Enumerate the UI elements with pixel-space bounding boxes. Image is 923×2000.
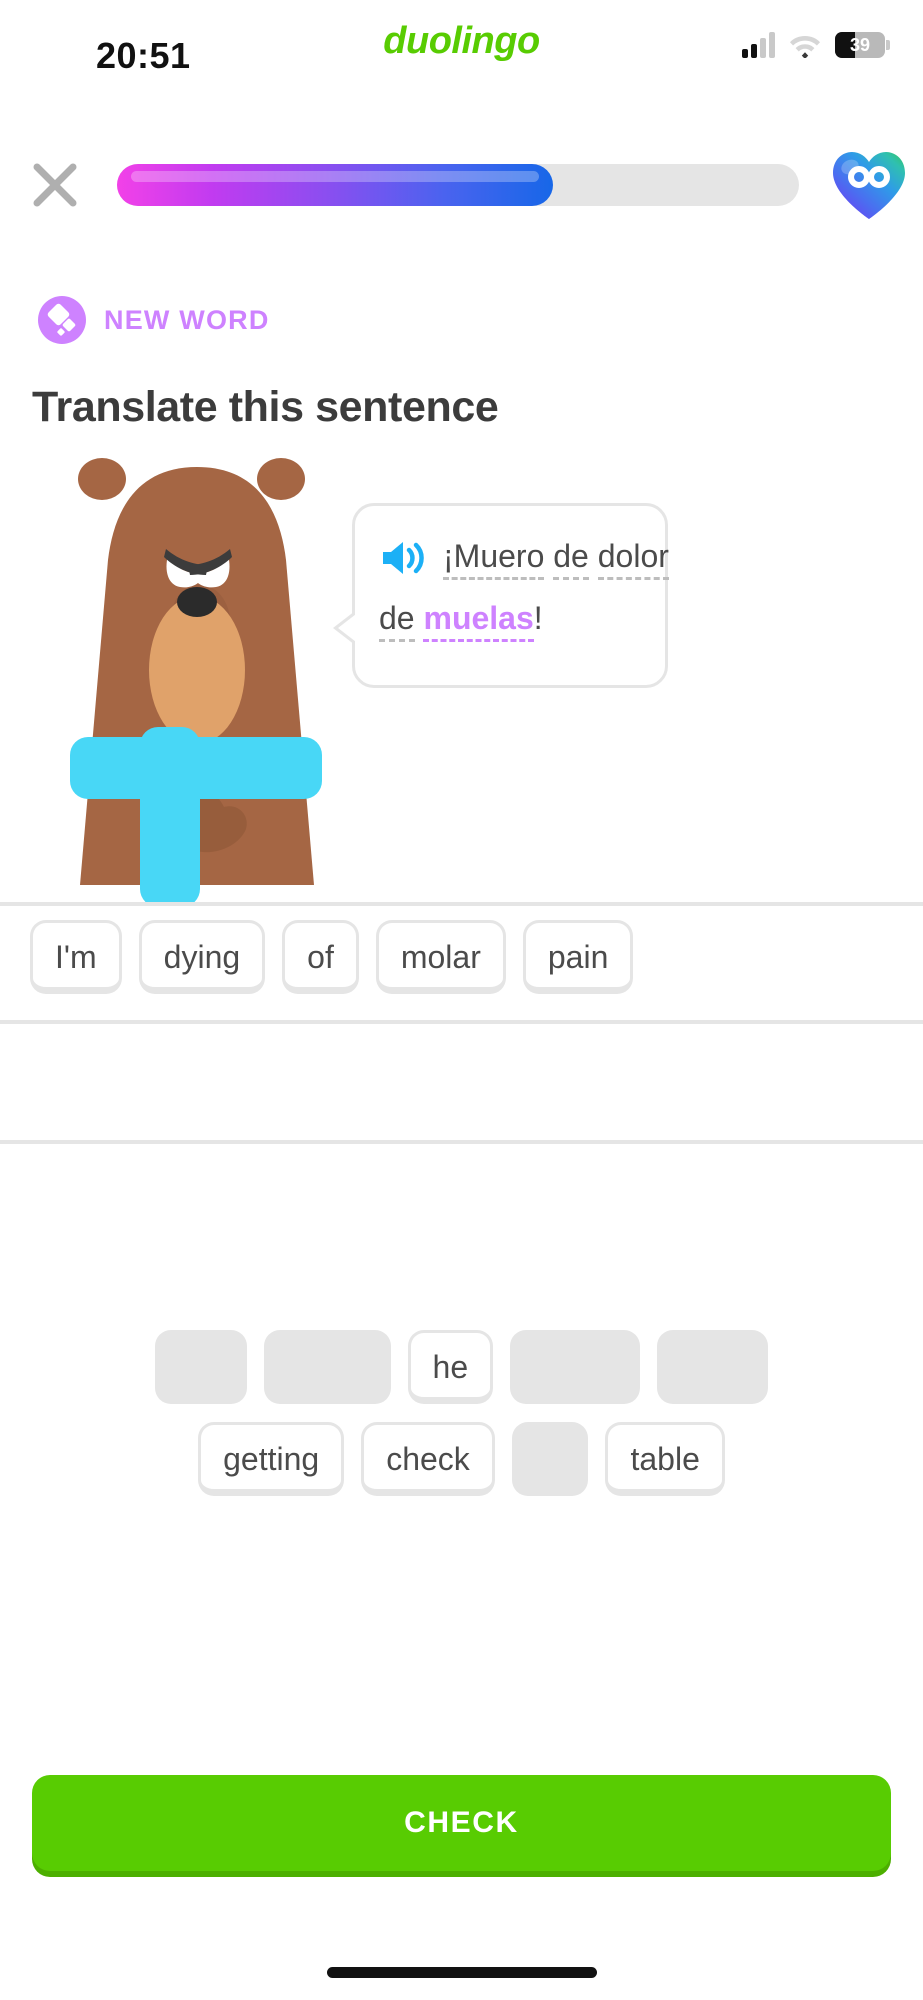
page-title: Translate this sentence [32, 383, 499, 431]
answer-area: I'm dying of molar pain [0, 902, 923, 1260]
answer-tile[interactable]: molar [375, 920, 506, 994]
falstaff-bear-character [70, 458, 322, 905]
home-indicator [326, 1967, 597, 1978]
close-x-icon [33, 163, 77, 207]
new-word-badge: NEW WORD [38, 296, 270, 344]
prompt-token[interactable]: dolor [597, 540, 669, 580]
close-lesson-button[interactable] [15, 145, 95, 225]
word-bank-tile[interactable]: getting [198, 1422, 345, 1496]
word-bank-tile-used: of [511, 1422, 589, 1496]
word-bank-tile-used: I'm [155, 1330, 248, 1404]
prompt-sentence-line-2: de muelas! [379, 598, 643, 642]
prompt-token[interactable]: de [379, 602, 415, 642]
answer-tile[interactable]: dying [138, 920, 266, 994]
word-bank-tile-used: pain [657, 1330, 768, 1404]
battery-percent-label: 39 [849, 34, 871, 55]
check-button[interactable]: CHECK [32, 1775, 891, 1871]
word-bank-tile-used: molar [510, 1330, 641, 1404]
lesson-top-bar [0, 140, 923, 230]
heart-infinity-icon [833, 152, 905, 219]
word-bank-tile[interactable]: he [407, 1330, 494, 1404]
word-bank-tile[interactable]: table [605, 1422, 725, 1496]
lesson-progress-bar [117, 164, 799, 206]
wifi-icon [790, 36, 820, 58]
word-bank-tile-used: dying [264, 1330, 391, 1404]
word-bank: I'm dying he molar pain getting check of… [0, 1330, 923, 1514]
word-bank-tile[interactable]: check [361, 1422, 495, 1496]
prompt-sentence-line-1: ¡Muero de dolor [443, 536, 669, 580]
prompt-punctuation: ! [533, 600, 543, 636]
prompt-area: ¡Muero de dolor de muelas! [0, 455, 923, 905]
prompt-token[interactable]: de [553, 540, 589, 580]
play-audio-button[interactable] [379, 538, 425, 578]
answer-line-2[interactable] [0, 1020, 923, 1140]
speaker-volume-icon [383, 542, 424, 574]
answer-tile[interactable]: pain [522, 920, 634, 994]
prompt-token-new-word[interactable]: muelas [423, 602, 534, 642]
answer-line-3[interactable] [0, 1140, 923, 1260]
signal-bars-icon [742, 32, 775, 58]
lesson-progress-fill [117, 164, 554, 206]
sentence-bubble: ¡Muero de dolor de muelas! [333, 503, 669, 688]
new-word-diamond-icon [38, 296, 86, 344]
answer-line-1[interactable]: I'm dying of molar pain [0, 902, 923, 1020]
duolingo-lesson-screen: 20:51 duolingo 39 NEW WORD Translate thi… [0, 0, 923, 2000]
status-indicators: 39 [742, 32, 890, 58]
hearts-button[interactable] [821, 140, 917, 230]
status-bar: 20:51 duolingo 39 [0, 0, 923, 105]
word-bank-row-2: getting check of table [0, 1422, 923, 1496]
new-word-label: NEW WORD [104, 304, 270, 335]
word-bank-row-1: I'm dying he molar pain [0, 1330, 923, 1404]
answer-tile[interactable]: of [282, 920, 359, 994]
prompt-token[interactable]: ¡Muero [443, 540, 545, 580]
answer-tile[interactable]: I'm [30, 920, 122, 994]
battery-icon: 39 [835, 32, 890, 58]
